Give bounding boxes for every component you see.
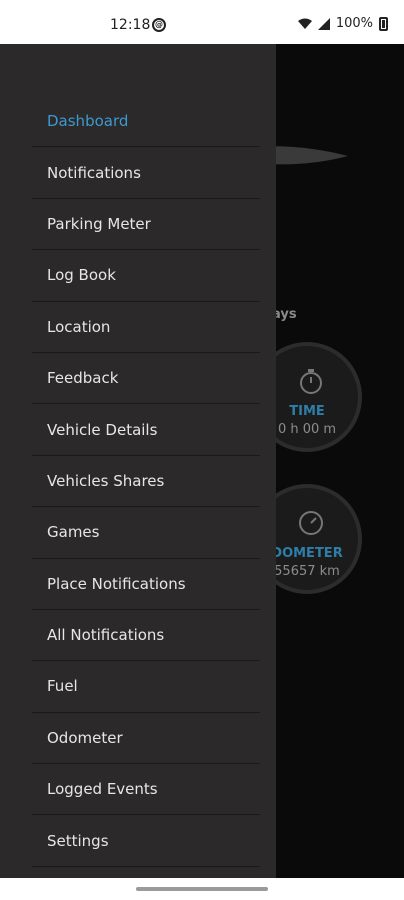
menu-item-vehicles-shares[interactable]: Vehicles Shares (32, 456, 260, 508)
at-icon: @ (152, 18, 166, 32)
menu-item-vehicle-details[interactable]: Vehicle Details (32, 404, 260, 456)
menu-item-location[interactable]: Location (32, 302, 260, 353)
menu-item-notifications[interactable]: Notifications (32, 147, 260, 199)
status-time: 12:18 (110, 17, 151, 33)
wifi-icon (297, 18, 312, 29)
menu-item-feedback[interactable]: Feedback (32, 353, 260, 405)
menu-item-all-notifications[interactable]: All Notifications (32, 610, 260, 662)
signal-icon (317, 17, 330, 30)
menu-item-games[interactable]: Games (32, 507, 260, 559)
speedometer-icon (299, 511, 323, 535)
home-gesture-handle[interactable] (136, 887, 268, 891)
battery-icon (379, 16, 388, 31)
drawer-menu: Dashboard Notifications Parking Meter Lo… (32, 96, 260, 867)
menu-item-log-book[interactable]: Log Book (32, 250, 260, 302)
menu-item-odometer[interactable]: Odometer (32, 713, 260, 765)
stopwatch-icon (300, 369, 322, 394)
menu-item-dashboard[interactable]: Dashboard (32, 96, 260, 148)
menu-item-logged-events[interactable]: Logged Events (32, 764, 260, 816)
menu-item-parking-meter[interactable]: Parking Meter (32, 199, 260, 251)
status-icons: 100% (297, 16, 388, 31)
menu-item-fuel[interactable]: Fuel (32, 661, 260, 713)
battery-percent: 100% (335, 16, 373, 31)
menu-item-place-notifications[interactable]: Place Notifications (32, 559, 260, 610)
system-nav-bar (0, 878, 404, 900)
menu-item-settings[interactable]: Settings (32, 815, 260, 867)
navigation-drawer: Dashboard Notifications Parking Meter Lo… (0, 44, 276, 878)
status-bar: 12:18 @ 100% (0, 0, 404, 44)
